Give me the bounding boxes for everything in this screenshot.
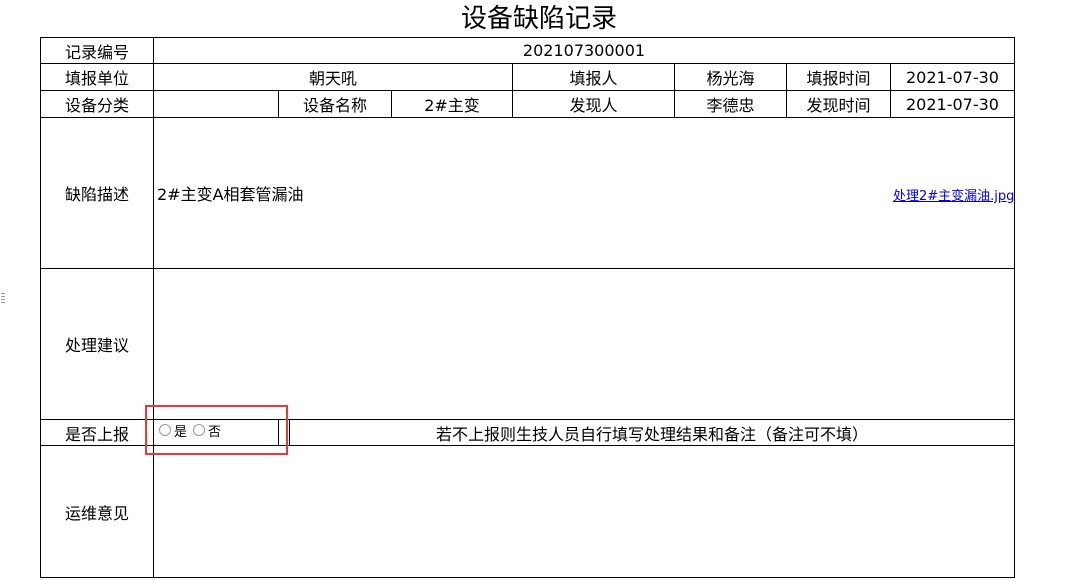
resize-grip-icon[interactable]: [1, 293, 5, 305]
find-time-label: 发现时间: [806, 96, 871, 115]
reporter-value: 杨光海: [706, 69, 755, 88]
finder-value: 李德忠: [706, 96, 755, 115]
reporter-label: 填报人: [569, 69, 618, 88]
finder-label: 发现人: [569, 96, 618, 115]
escalate-note: 若不上报则生技人员自行填写处理结果和备注（备注可不填）: [435, 424, 868, 444]
attachment-link[interactable]: 处理2#主变漏油.jpg: [893, 185, 1014, 204]
report-unit-value: 朝天吼: [308, 69, 357, 88]
defect-desc-value: 2#主变A相套管漏油: [157, 185, 304, 204]
record-no-label: 记录编号: [64, 42, 129, 62]
report-time-label: 填报时间: [806, 69, 871, 88]
device-name-value: 2#主变: [424, 96, 480, 115]
find-time-value: 2021-07-30: [906, 94, 999, 114]
escalate-label: 是否上报: [64, 424, 129, 444]
category-value: [154, 91, 278, 117]
category-label: 设备分类: [64, 96, 129, 115]
record-no-value: 202107300001: [522, 41, 646, 60]
report-time-value: 2021-07-30: [906, 67, 999, 87]
ops-opinion-label: 运维意见: [64, 503, 129, 523]
report-unit-label: 填报单位: [64, 69, 129, 88]
suggestion-value[interactable]: [154, 269, 1014, 419]
ops-opinion-value[interactable]: [154, 446, 1014, 577]
suggestion-label: 处理建议: [64, 336, 129, 355]
page-title: 设备缺陷记录: [460, 4, 617, 34]
device-name-label: 设备名称: [302, 96, 367, 115]
defect-desc-label: 缺陷描述: [64, 185, 129, 204]
